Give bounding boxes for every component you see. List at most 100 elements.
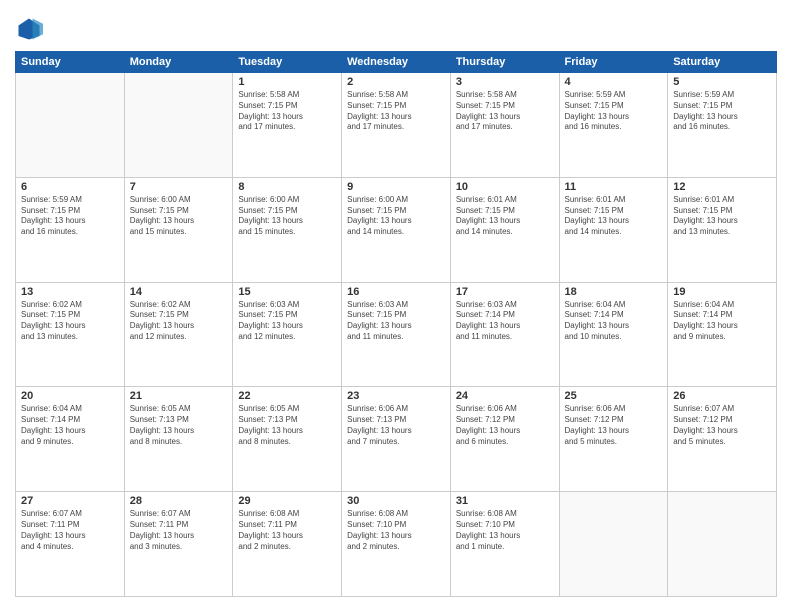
day-number: 10 <box>456 181 554 193</box>
calendar-cell: 17 Sunrise: 6:03 AM Sunset: 7:14 PM Dayli… <box>450 282 559 387</box>
calendar-cell: 27Sunrise: 6:07 AM Sunset: 7:11 PM Dayli… <box>16 492 125 597</box>
calendar-cell: 25 Sunrise: 6:06 AM Sunset: 7:12 PM Dayli… <box>559 387 668 492</box>
day-number: 1 <box>238 76 336 88</box>
day-info: Sunrise: 6:03 AM Sunset: 7:14 PM Dayligh… <box>456 300 554 343</box>
calendar-cell: 12 Sunrise: 6:01 AM Sunset: 7:15 PM Dayli… <box>668 177 777 282</box>
day-info: Sunrise: 6:01 AM Sunset: 7:15 PM Dayligh… <box>456 195 554 238</box>
day-number: 9 <box>347 181 445 193</box>
calendar-cell: 1 Sunrise: 5:58 AM Sunset: 7:15 PM Daylig… <box>233 73 342 178</box>
weekday-header-wednesday: Wednesday <box>342 52 451 73</box>
day-number: 15 <box>238 286 336 298</box>
weekday-header-sunday: Sunday <box>16 52 125 73</box>
calendar-cell: 24Sunrise: 6:06 AM Sunset: 7:12 PM Dayli… <box>450 387 559 492</box>
calendar-cell: 8 Sunrise: 6:00 AM Sunset: 7:15 PM Daylig… <box>233 177 342 282</box>
calendar-cell: 2 Sunrise: 5:58 AM Sunset: 7:15 PM Daylig… <box>342 73 451 178</box>
day-number: 20 <box>21 390 119 402</box>
day-number: 23 <box>347 390 445 402</box>
logo <box>15 15 47 43</box>
day-number: 3 <box>456 76 554 88</box>
day-info: Sunrise: 5:59 AM Sunset: 7:15 PM Dayligh… <box>21 195 119 238</box>
day-info: Sunrise: 6:08 AM Sunset: 7:10 PM Dayligh… <box>347 509 445 552</box>
calendar-week-1: 1 Sunrise: 5:58 AM Sunset: 7:15 PM Daylig… <box>16 73 777 178</box>
calendar-cell: 31 Sunrise: 6:08 AM Sunset: 7:10 PM Dayli… <box>450 492 559 597</box>
day-info: Sunrise: 6:06 AM Sunset: 7:12 PM Dayligh… <box>565 404 663 447</box>
day-number: 29 <box>238 495 336 507</box>
day-info: Sunrise: 6:07 AM Sunset: 7:12 PM Dayligh… <box>673 404 771 447</box>
day-info: Sunrise: 5:58 AM Sunset: 7:15 PM Dayligh… <box>456 90 554 133</box>
day-info: Sunrise: 6:06 AM Sunset: 7:12 PM Dayligh… <box>456 404 554 447</box>
calendar-cell <box>668 492 777 597</box>
calendar-cell: 3 Sunrise: 5:58 AM Sunset: 7:15 PM Daylig… <box>450 73 559 178</box>
day-number: 18 <box>565 286 663 298</box>
day-info: Sunrise: 6:05 AM Sunset: 7:13 PM Dayligh… <box>130 404 228 447</box>
weekday-header-saturday: Saturday <box>668 52 777 73</box>
calendar-week-4: 20 Sunrise: 6:04 AM Sunset: 7:14 PM Dayli… <box>16 387 777 492</box>
day-number: 8 <box>238 181 336 193</box>
calendar-cell: 6 Sunrise: 5:59 AM Sunset: 7:15 PM Daylig… <box>16 177 125 282</box>
day-info: Sunrise: 6:01 AM Sunset: 7:15 PM Dayligh… <box>565 195 663 238</box>
logo-icon <box>15 15 43 43</box>
day-number: 11 <box>565 181 663 193</box>
day-number: 13 <box>21 286 119 298</box>
day-number: 4 <box>565 76 663 88</box>
day-number: 16 <box>347 286 445 298</box>
day-number: 30 <box>347 495 445 507</box>
day-number: 2 <box>347 76 445 88</box>
day-number: 12 <box>673 181 771 193</box>
day-info: Sunrise: 6:02 AM Sunset: 7:15 PM Dayligh… <box>21 300 119 343</box>
calendar-cell: 10 Sunrise: 6:01 AM Sunset: 7:15 PM Dayli… <box>450 177 559 282</box>
calendar-table: SundayMondayTuesdayWednesdayThursdayFrid… <box>15 51 777 597</box>
day-info: Sunrise: 6:08 AM Sunset: 7:11 PM Dayligh… <box>238 509 336 552</box>
day-number: 14 <box>130 286 228 298</box>
calendar-cell <box>559 492 668 597</box>
day-info: Sunrise: 6:00 AM Sunset: 7:15 PM Dayligh… <box>347 195 445 238</box>
day-info: Sunrise: 6:03 AM Sunset: 7:15 PM Dayligh… <box>347 300 445 343</box>
calendar-cell: 18Sunrise: 6:04 AM Sunset: 7:14 PM Dayli… <box>559 282 668 387</box>
day-info: Sunrise: 6:05 AM Sunset: 7:13 PM Dayligh… <box>238 404 336 447</box>
day-info: Sunrise: 5:58 AM Sunset: 7:15 PM Dayligh… <box>238 90 336 133</box>
calendar-cell: 9 Sunrise: 6:00 AM Sunset: 7:15 PM Daylig… <box>342 177 451 282</box>
day-number: 17 <box>456 286 554 298</box>
page-header <box>15 15 777 43</box>
weekday-header-friday: Friday <box>559 52 668 73</box>
day-number: 25 <box>565 390 663 402</box>
calendar-cell: 22 Sunrise: 6:05 AM Sunset: 7:13 PM Dayli… <box>233 387 342 492</box>
day-info: Sunrise: 6:08 AM Sunset: 7:10 PM Dayligh… <box>456 509 554 552</box>
calendar-cell: 4 Sunrise: 5:59 AM Sunset: 7:15 PM Daylig… <box>559 73 668 178</box>
calendar-cell: 30 Sunrise: 6:08 AM Sunset: 7:10 PM Dayli… <box>342 492 451 597</box>
calendar-week-2: 6 Sunrise: 5:59 AM Sunset: 7:15 PM Daylig… <box>16 177 777 282</box>
day-number: 31 <box>456 495 554 507</box>
day-info: Sunrise: 6:07 AM Sunset: 7:11 PM Dayligh… <box>21 509 119 552</box>
calendar-cell: 7 Sunrise: 6:00 AM Sunset: 7:15 PM Daylig… <box>124 177 233 282</box>
day-number: 6 <box>21 181 119 193</box>
calendar-cell: 5Sunrise: 5:59 AM Sunset: 7:15 PM Daylig… <box>668 73 777 178</box>
calendar-cell <box>124 73 233 178</box>
weekday-header-tuesday: Tuesday <box>233 52 342 73</box>
day-info: Sunrise: 6:00 AM Sunset: 7:15 PM Dayligh… <box>238 195 336 238</box>
day-number: 19 <box>673 286 771 298</box>
calendar-cell: 26 Sunrise: 6:07 AM Sunset: 7:12 PM Dayli… <box>668 387 777 492</box>
calendar-cell: 11 Sunrise: 6:01 AM Sunset: 7:15 PM Dayli… <box>559 177 668 282</box>
day-number: 7 <box>130 181 228 193</box>
calendar-cell: 28 Sunrise: 6:07 AM Sunset: 7:11 PM Dayli… <box>124 492 233 597</box>
day-number: 22 <box>238 390 336 402</box>
calendar-cell: 29 Sunrise: 6:08 AM Sunset: 7:11 PM Dayli… <box>233 492 342 597</box>
day-info: Sunrise: 5:58 AM Sunset: 7:15 PM Dayligh… <box>347 90 445 133</box>
day-info: Sunrise: 6:04 AM Sunset: 7:14 PM Dayligh… <box>21 404 119 447</box>
day-number: 28 <box>130 495 228 507</box>
calendar-cell: 14 Sunrise: 6:02 AM Sunset: 7:15 PM Dayli… <box>124 282 233 387</box>
calendar-cell: 20 Sunrise: 6:04 AM Sunset: 7:14 PM Dayli… <box>16 387 125 492</box>
calendar-cell: 21Sunrise: 6:05 AM Sunset: 7:13 PM Dayli… <box>124 387 233 492</box>
day-number: 26 <box>673 390 771 402</box>
calendar-cell: 15Sunrise: 6:03 AM Sunset: 7:15 PM Dayli… <box>233 282 342 387</box>
day-info: Sunrise: 5:59 AM Sunset: 7:15 PM Dayligh… <box>565 90 663 133</box>
day-info: Sunrise: 6:07 AM Sunset: 7:11 PM Dayligh… <box>130 509 228 552</box>
weekday-header-monday: Monday <box>124 52 233 73</box>
day-info: Sunrise: 6:02 AM Sunset: 7:15 PM Dayligh… <box>130 300 228 343</box>
day-info: Sunrise: 6:04 AM Sunset: 7:14 PM Dayligh… <box>673 300 771 343</box>
day-info: Sunrise: 6:00 AM Sunset: 7:15 PM Dayligh… <box>130 195 228 238</box>
calendar-cell: 16 Sunrise: 6:03 AM Sunset: 7:15 PM Dayli… <box>342 282 451 387</box>
calendar-cell: 13 Sunrise: 6:02 AM Sunset: 7:15 PM Dayli… <box>16 282 125 387</box>
day-info: Sunrise: 6:01 AM Sunset: 7:15 PM Dayligh… <box>673 195 771 238</box>
day-number: 5 <box>673 76 771 88</box>
